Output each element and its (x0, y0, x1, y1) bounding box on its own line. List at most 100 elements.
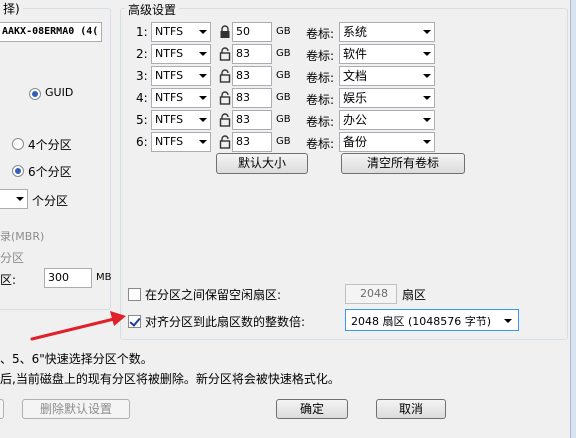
chevron-down-icon (199, 96, 207, 100)
filesystem-combo[interactable]: NTFS (151, 44, 211, 64)
window-right-border (570, 0, 576, 438)
filesystem-value: NTFS (155, 91, 184, 104)
volume-label-value: 备份 (343, 135, 368, 149)
left-edge-button[interactable] (0, 399, 4, 419)
size-unit: GB (276, 26, 291, 37)
volume-label-prefix: 卷标: (306, 137, 335, 151)
mbr-unit: MB (96, 272, 112, 283)
volume-label-combo[interactable]: 软件 (339, 44, 435, 64)
annotation-arrow (30, 311, 126, 341)
filesystem-combo[interactable]: NTFS (151, 22, 211, 42)
six-partitions-radio[interactable] (12, 165, 24, 177)
chevron-down-icon (199, 74, 207, 78)
chevron-down-icon (16, 197, 24, 201)
volume-label-value: 软件 (343, 47, 368, 61)
volume-label-value: 办公 (343, 113, 368, 127)
unlock-icon[interactable] (219, 91, 231, 105)
volume-label-prefix: 卷标: (306, 49, 335, 63)
partition-index: 1: (136, 25, 148, 39)
hint-line-2: 后,当前磁盘上的现有分区将被删除。新分区将会被快速格式化。 (0, 372, 340, 386)
volume-label-combo[interactable]: 娱乐 (339, 88, 435, 108)
chevron-down-icon (199, 140, 207, 144)
size-unit: GB (276, 92, 291, 103)
filesystem-value: NTFS (155, 69, 184, 82)
area-label: 区: (0, 273, 17, 287)
partition-size-input[interactable]: 50 (232, 22, 272, 42)
partition-label: 分区 (0, 251, 25, 265)
default-size-button[interactable]: 默认大小 (216, 153, 308, 174)
unlock-icon[interactable] (219, 113, 231, 127)
volume-label-prefix: 卷标: (306, 71, 335, 85)
hint-line-1: 、5、6"快速选择分区个数。 (0, 352, 153, 366)
cancel-button[interactable]: 取消 (376, 399, 446, 419)
filesystem-combo[interactable]: NTFS (151, 66, 211, 86)
filesystem-value: NTFS (155, 47, 184, 60)
unlock-icon[interactable] (219, 47, 231, 61)
advanced-settings-title: 高级设置 (125, 1, 180, 18)
reserve-sectors-unit: 扇区 (402, 288, 427, 302)
left-group-title: 择) (0, 0, 23, 17)
filesystem-value: NTFS (155, 25, 184, 38)
chevron-down-icon (423, 52, 431, 56)
mbr-size-input[interactable]: 300 (44, 268, 92, 288)
chevron-down-icon (504, 319, 512, 323)
reserve-sectors-checkbox[interactable] (128, 288, 141, 301)
volume-label-combo[interactable]: 办公 (339, 110, 435, 130)
ok-button[interactable]: 确定 (276, 399, 348, 419)
chevron-down-icon (423, 140, 431, 144)
chevron-down-icon (423, 118, 431, 122)
guid-radio[interactable] (29, 88, 41, 100)
partition-index: 4: (136, 91, 148, 105)
partition-size-input[interactable]: 83 (232, 66, 272, 86)
custom-partitions-label: 个分区 (32, 194, 69, 208)
custom-partitions-combo[interactable] (0, 189, 28, 209)
size-unit: GB (276, 70, 291, 81)
volume-label-combo[interactable]: 系统 (339, 22, 435, 42)
lock-icon[interactable] (219, 25, 231, 39)
size-unit: GB (276, 136, 291, 147)
volume-label-prefix: 卷标: (306, 93, 335, 107)
filesystem-value: NTFS (155, 135, 184, 148)
clear-all-labels-button[interactable]: 清空所有卷标 (341, 153, 465, 174)
unlock-icon[interactable] (219, 135, 231, 149)
partition-index: 3: (136, 69, 148, 83)
chevron-down-icon (423, 96, 431, 100)
volume-label-combo[interactable]: 文档 (339, 66, 435, 86)
partition-index: 6: (136, 135, 148, 149)
guid-label: GUID (45, 86, 74, 99)
filesystem-combo[interactable]: NTFS (151, 88, 211, 108)
size-unit: GB (276, 48, 291, 59)
mbr-label: 录(MBR) (0, 230, 45, 243)
volume-label-combo[interactable]: 备份 (339, 132, 435, 152)
filesystem-combo[interactable]: NTFS (151, 132, 211, 152)
volume-label-value: 系统 (343, 25, 368, 39)
filesystem-combo[interactable]: NTFS (151, 110, 211, 130)
partition-index: 2: (136, 47, 148, 61)
chevron-down-icon (199, 118, 207, 122)
four-partitions-label: 4个分区 (28, 138, 72, 152)
align-sectors-combo[interactable]: 2048 扇区 (1048576 字节) (345, 309, 519, 331)
volume-label-value: 文档 (343, 69, 368, 83)
chevron-down-icon (423, 74, 431, 78)
partition-size-input[interactable]: 83 (232, 44, 272, 64)
partition-size-input[interactable]: 83 (232, 88, 272, 108)
align-partitions-label: 对齐分区到此扇区数的整数倍: (145, 315, 306, 329)
partition-index: 5: (136, 113, 148, 127)
partition-size-input[interactable]: 83 (232, 110, 272, 130)
delete-default-settings-button[interactable]: 删除默认设置 (22, 399, 130, 419)
disk-name-field[interactable]: AAKX-08ERMA0 (4( (0, 22, 102, 42)
reserve-sectors-label: 在分区之间保留空闲扇区: (145, 288, 282, 302)
partition-size-input[interactable]: 83 (232, 132, 272, 152)
reserve-sectors-input[interactable]: 2048 (345, 284, 397, 304)
volume-label-prefix: 卷标: (306, 115, 335, 129)
size-unit: GB (276, 114, 291, 125)
volume-label-value: 娱乐 (343, 91, 368, 105)
chevron-down-icon (423, 30, 431, 34)
volume-label-prefix: 卷标: (306, 27, 335, 41)
unlock-icon[interactable] (219, 69, 231, 83)
six-partitions-label: 6个分区 (28, 165, 72, 179)
align-sectors-value: 2048 扇区 (1048576 字节) (351, 315, 492, 328)
four-partitions-radio[interactable] (12, 138, 24, 150)
chevron-down-icon (199, 52, 207, 56)
filesystem-value: NTFS (155, 113, 184, 126)
